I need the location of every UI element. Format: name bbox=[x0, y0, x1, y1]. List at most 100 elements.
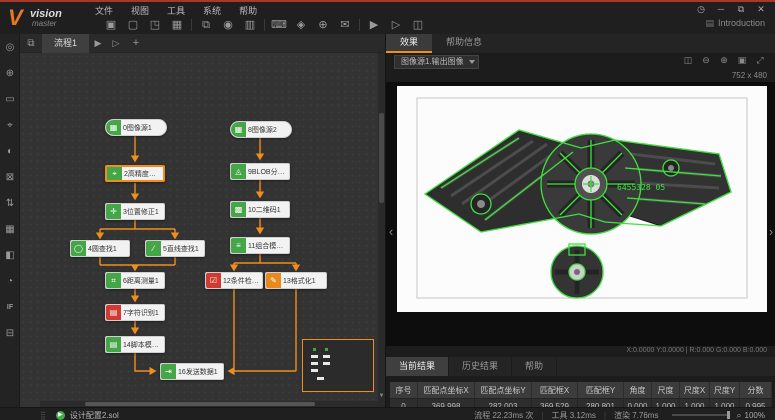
node-send-data[interactable]: ⇥ 16发送数据1 bbox=[160, 363, 224, 380]
introduction-link[interactable]: ▤Introduction bbox=[705, 18, 765, 29]
format-icon: ✎ bbox=[266, 273, 281, 288]
layout-icon[interactable]: ⧉ bbox=[195, 17, 217, 33]
minimize-button[interactable]: ─ bbox=[711, 4, 731, 14]
window-controls: ◷ ─ ⧉ ✕ bbox=[691, 2, 771, 16]
flow-panel: ⧉ 流程1 ▶ ▷ + bbox=[20, 34, 385, 407]
process-tree-icon[interactable]: ⧉ bbox=[20, 38, 42, 49]
menu-tools[interactable]: 工具 bbox=[158, 3, 194, 16]
add-process-button[interactable]: + bbox=[125, 37, 147, 49]
scroll-down-arrow[interactable]: ▼ bbox=[378, 391, 385, 401]
tab-history-result[interactable]: 历史结果 bbox=[449, 357, 512, 376]
camera-icon[interactable]: ◉ bbox=[217, 17, 239, 33]
node-condition-check[interactable]: ☑ 12条件检测1 bbox=[205, 272, 263, 289]
stop-icon[interactable]: ◫ bbox=[407, 17, 429, 33]
chevron-down-icon bbox=[469, 60, 475, 64]
position-fix-icon: ✛ bbox=[106, 204, 121, 219]
tab-help-info[interactable]: 帮助信息 bbox=[432, 34, 496, 53]
node-format[interactable]: ✎ 13格式化1 bbox=[265, 272, 327, 289]
zoom-slider[interactable] bbox=[672, 414, 730, 416]
node-script-module[interactable]: ▤ 14脚本模块1 bbox=[105, 336, 165, 353]
prev-image-arrow[interactable]: ‹ bbox=[386, 224, 396, 239]
open-solution-icon[interactable]: ▢ bbox=[122, 17, 144, 33]
zoom-level: 100% bbox=[745, 411, 765, 420]
flow-time: 流程 22.23ms 次 bbox=[474, 410, 533, 420]
node-image-source-2[interactable]: ▦ 8图像源2 bbox=[230, 121, 292, 138]
run-once-icon[interactable]: ▶ bbox=[363, 17, 385, 33]
flow-vertical-scrollbar[interactable]: ▼ bbox=[378, 53, 385, 401]
line-find-icon: ∕ bbox=[146, 241, 161, 256]
toolbar-separator bbox=[359, 19, 360, 31]
image-viewport[interactable]: 6455328 05 ‹ › bbox=[386, 82, 775, 346]
image-source-dropdown[interactable]: 图像源1.输出图像 bbox=[394, 55, 479, 69]
flow-header: ⧉ 流程1 ▶ ▷ + bbox=[20, 34, 385, 53]
close-button[interactable]: ✕ bbox=[751, 4, 771, 15]
node-circle-find[interactable]: ◯ 4圆查找1 bbox=[70, 240, 130, 257]
flow-step-icon[interactable]: ▷ bbox=[107, 38, 125, 49]
image-icon[interactable]: ▦ bbox=[166, 17, 188, 33]
fit-window-icon[interactable]: ◫ bbox=[679, 55, 697, 66]
node-qr-code[interactable]: ▩ 10二维码1 bbox=[230, 201, 290, 218]
title-bar: V vision master 文件 视图 工具 系统 帮助 ◷ ─ ⧉ ✕ ▣… bbox=[0, 2, 775, 34]
node-ocr[interactable]: ▤ 7字符识别1 bbox=[105, 304, 165, 321]
menu-system[interactable]: 系统 bbox=[194, 3, 230, 16]
node-line-find[interactable]: ∕ 5直线查找1 bbox=[145, 240, 205, 257]
node-blob-analysis[interactable]: ◬ 9BLOB分析1 bbox=[230, 163, 290, 180]
introduction-icon: ▤ bbox=[705, 18, 714, 28]
run-status-icon: ▶ bbox=[56, 411, 65, 420]
match-annotation: 6455328 05 bbox=[617, 183, 665, 192]
circle-find-icon: ◯ bbox=[71, 241, 86, 256]
acquisition-icon[interactable]: ◎ bbox=[0, 34, 20, 60]
tag-icon[interactable]: ◈ bbox=[290, 17, 312, 33]
message-icon[interactable]: ✉ bbox=[334, 17, 356, 33]
location-icon[interactable]: ⊕ bbox=[0, 60, 20, 86]
clock-icon[interactable]: ◷ bbox=[691, 4, 711, 15]
node-combine-module[interactable]: ≡ 11组合模块1 bbox=[230, 237, 290, 254]
node-distance-measure[interactable]: ⌗ 6距离测量1 bbox=[105, 272, 165, 289]
condition-icon: ☑ bbox=[206, 273, 221, 288]
menu-view[interactable]: 视图 bbox=[122, 3, 158, 16]
menu-bar: 文件 视图 工具 系统 帮助 bbox=[86, 3, 266, 16]
restore-button[interactable]: ⧉ bbox=[731, 4, 751, 15]
alignment-icon[interactable]: ⇅ bbox=[0, 190, 20, 216]
pixel-info: X:0.0000 Y:0.0000 | R:0.000 G:0.000 B:0.… bbox=[626, 347, 767, 354]
menu-help[interactable]: 帮助 bbox=[230, 3, 266, 16]
solution-name: 设计配置2.sol bbox=[70, 410, 119, 420]
defect-detection-icon[interactable]: ◔ bbox=[0, 268, 20, 294]
deep-learning-icon[interactable]: ◐ bbox=[0, 138, 20, 164]
render-time: 渲染 7.76ms bbox=[614, 410, 658, 420]
export-icon[interactable]: ◳ bbox=[144, 17, 166, 33]
one-to-one-icon[interactable]: ▣ bbox=[733, 55, 751, 66]
logic-tool-icon[interactable]: IF bbox=[0, 294, 20, 320]
tab-current-result[interactable]: 当前结果 bbox=[386, 357, 449, 376]
zoom-in-icon[interactable]: ⊕ bbox=[715, 55, 733, 66]
node-position-fix[interactable]: ✛ 3位置修正1 bbox=[105, 203, 165, 220]
visionmaster-window: V vision master 文件 视图 工具 系统 帮助 ◷ ─ ⧉ ✕ ▣… bbox=[0, 0, 775, 420]
recognition-icon[interactable]: ⌖ bbox=[0, 112, 20, 138]
flow-run-icon[interactable]: ▶ bbox=[89, 38, 107, 49]
flow-canvas[interactable]: ▦ 0图像源1 ⌖ 2高精度匹配1 ✛ 3位置修正1 ◯ 4圆查找1 ∕ 5直线… bbox=[20, 53, 378, 401]
communication-icon[interactable]: ⊕ bbox=[312, 17, 334, 33]
menu-file[interactable]: 文件 bbox=[86, 3, 122, 16]
result-tabs: 当前结果 历史结果 帮助 bbox=[386, 357, 775, 376]
color-processing-icon[interactable]: ◧ bbox=[0, 242, 20, 268]
script-icon: ▤ bbox=[106, 337, 121, 352]
ocr-icon: ▤ bbox=[106, 305, 121, 320]
image-processing-icon[interactable]: ▦ bbox=[0, 216, 20, 242]
measurement-icon[interactable]: ▭ bbox=[0, 86, 20, 112]
flow-minimap[interactable] bbox=[302, 339, 374, 392]
tab-process-1[interactable]: 流程1 bbox=[42, 34, 89, 53]
keyboard-icon[interactable]: ⌨ bbox=[268, 17, 290, 33]
zoom-out-icon[interactable]: ⊖ bbox=[697, 55, 715, 66]
part-render: 6455328 05 bbox=[397, 86, 767, 312]
calibration-icon[interactable]: ⊠ bbox=[0, 164, 20, 190]
next-image-arrow[interactable]: › bbox=[766, 224, 775, 239]
tab-result-help[interactable]: 帮助 bbox=[512, 357, 557, 376]
tab-effect[interactable]: 效果 bbox=[386, 34, 432, 53]
node-high-precision-match[interactable]: ⌖ 2高精度匹配1 bbox=[105, 165, 165, 182]
save-icon[interactable]: ▣ bbox=[100, 17, 122, 33]
communication-tool-icon[interactable]: ⊟ bbox=[0, 320, 20, 346]
module-list-icon[interactable]: ▥ bbox=[239, 17, 261, 33]
node-image-source-1[interactable]: ▦ 0图像源1 bbox=[105, 119, 167, 136]
run-continuous-icon[interactable]: ▷ bbox=[385, 17, 407, 33]
fullscreen-icon[interactable]: ⤢ bbox=[751, 55, 769, 66]
